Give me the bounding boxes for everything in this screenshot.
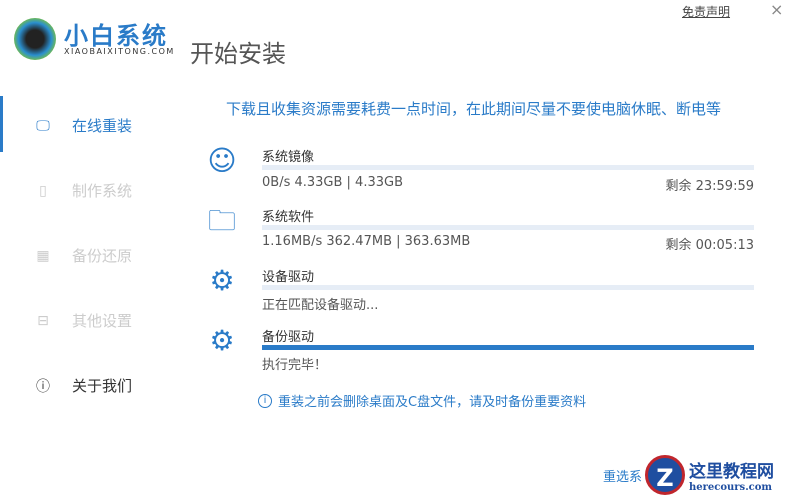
progress-bar	[262, 165, 754, 170]
progress-fill	[262, 345, 754, 350]
sidebar-item-label: 其他设置	[72, 312, 133, 330]
disclaimer-link[interactable]: 免责声明	[682, 3, 730, 20]
folder-apps-icon: 🗀	[207, 204, 236, 237]
gear-sync-icon: ⚙	[209, 324, 235, 357]
sidebar-item-other-settings[interactable]: ⊟ 其他设置	[34, 310, 132, 331]
sidebar-item-label: 在线重装	[72, 117, 133, 135]
task-stat: 执行完毕！	[262, 358, 328, 373]
progress-bar	[262, 345, 754, 350]
task-label: 设备驱动	[262, 270, 315, 285]
reselect-system-button[interactable]: 重选系	[603, 466, 642, 485]
close-button[interactable]: ×	[770, 0, 783, 19]
task-label: 系统软件	[262, 210, 315, 225]
gear-icon: ⚙	[209, 264, 235, 297]
task-stat: 0B/s 4.33GB | 4.33GB	[262, 175, 403, 190]
sidebar-item-about[interactable]: ⓘ 关于我们	[34, 375, 132, 396]
logo-icon	[14, 18, 56, 60]
info-icon: ⓘ	[36, 378, 50, 395]
sidebar-item-backup-restore[interactable]: ▦ 备份还原	[34, 245, 132, 266]
warning-text: 重装之前会删除桌面及C盘文件，请及时备份重要资料	[278, 395, 587, 410]
brand-name: 小白系统	[64, 22, 168, 50]
sidebar-item-online-reinstall[interactable]: 🖵 在线重装	[34, 115, 132, 136]
monitor-icon: 🖵	[36, 117, 50, 134]
task-remaining: 剩余 00:05:13	[665, 238, 754, 253]
backup-icon: ▦	[36, 247, 50, 264]
progress-bar	[262, 225, 754, 230]
warning-notice: i 重装之前会删除桌面及C盘文件，请及时备份重要资料	[258, 391, 586, 410]
page-title: 开始安装	[190, 40, 286, 68]
sidebar-item-make-system[interactable]: ▯ 制作系统	[34, 180, 132, 201]
watermark: Z 这里教程网 herecours.com	[645, 455, 774, 495]
task-remaining: 剩余 23:59:59	[665, 179, 754, 194]
usb-icon: ▯	[39, 182, 47, 199]
task-label: 备份驱动	[262, 330, 315, 345]
nav-active-indicator	[0, 96, 3, 152]
task-stat: 正在匹配设备驱动...	[262, 298, 379, 313]
chat-bubble-icon: ☺	[207, 144, 237, 177]
briefcase-icon: ⊟	[37, 312, 49, 329]
info-icon: i	[258, 393, 272, 408]
watermark-url: herecours.com	[689, 482, 773, 493]
watermark-logo-icon: Z	[645, 455, 685, 495]
progress-bar	[262, 285, 754, 290]
brand-url: XIAOBAIXITONG.COM	[64, 47, 175, 56]
sidebar-item-label: 制作系统	[72, 182, 133, 200]
watermark-title: 这里教程网	[689, 462, 774, 482]
sidebar-item-label: 备份还原	[72, 247, 133, 265]
task-stat: 1.16MB/s 362.47MB | 363.63MB	[262, 234, 471, 249]
task-label: 系统镜像	[262, 150, 315, 165]
sidebar-item-label: 关于我们	[72, 377, 133, 395]
notice-text: 下载且收集资源需要耗费一点时间，在此期间尽量不要使电脑休眠、断电等	[226, 100, 722, 118]
